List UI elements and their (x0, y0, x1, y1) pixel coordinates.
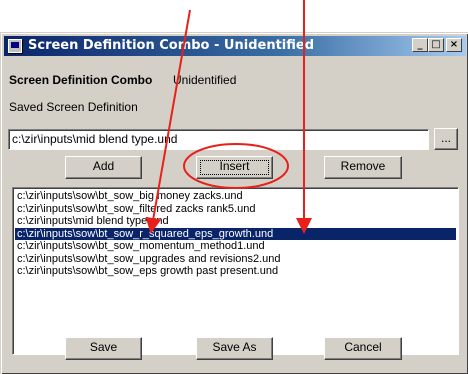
save-button[interactable]: Save (65, 337, 142, 360)
window-title: Screen Definition Combo - Unidentified (28, 38, 315, 53)
list-item-selected[interactable]: c:\zir\inputs\sow\bt_sow_r_squared_eps_g… (15, 227, 456, 240)
list-item[interactable]: c:\zir\inputs\sow\bt_sow_filtered zacks … (15, 203, 456, 216)
saved-definition-label: Saved Screen Definition (9, 100, 138, 114)
save-as-button[interactable]: Save As (196, 337, 273, 360)
list-item[interactable]: c:\zir\inputs\sow\bt_sow_upgrades and re… (15, 253, 456, 266)
insert-button[interactable]: Insert (196, 156, 273, 179)
definition-path-field[interactable]: c:\zir\inputs\mid blend type.und (8, 129, 429, 150)
app-icon (8, 39, 22, 53)
cancel-button[interactable]: Cancel (324, 337, 402, 360)
close-button[interactable]: × (446, 38, 462, 52)
list-item[interactable]: c:\zir\inputs\mid blend type.und (15, 215, 456, 228)
list-item[interactable]: c:\zir\inputs\sow\bt_sow_big money zacks… (15, 190, 456, 203)
list-item[interactable]: c:\zir\inputs\sow\bt_sow_momentum_method… (15, 240, 456, 253)
title-bar[interactable]: Screen Definition Combo - Unidentified _… (4, 36, 466, 56)
dialog-window: Screen Definition Combo - Unidentified _… (0, 32, 468, 374)
add-button[interactable]: Add (65, 156, 142, 179)
list-item[interactable]: c:\zir\inputs\sow\bt_sow_eps growth past… (15, 265, 456, 278)
definition-list[interactable]: c:\zir\inputs\sow\bt_sow_big money zacks… (12, 187, 459, 355)
maximize-button[interactable]: □ (428, 38, 444, 52)
remove-button[interactable]: Remove (324, 156, 402, 179)
form-heading-value: Unidentified (173, 73, 237, 87)
minimize-button[interactable]: _ (412, 38, 428, 52)
browse-button[interactable]: ... (434, 128, 458, 150)
form-heading-label: Screen Definition Combo (9, 73, 153, 87)
